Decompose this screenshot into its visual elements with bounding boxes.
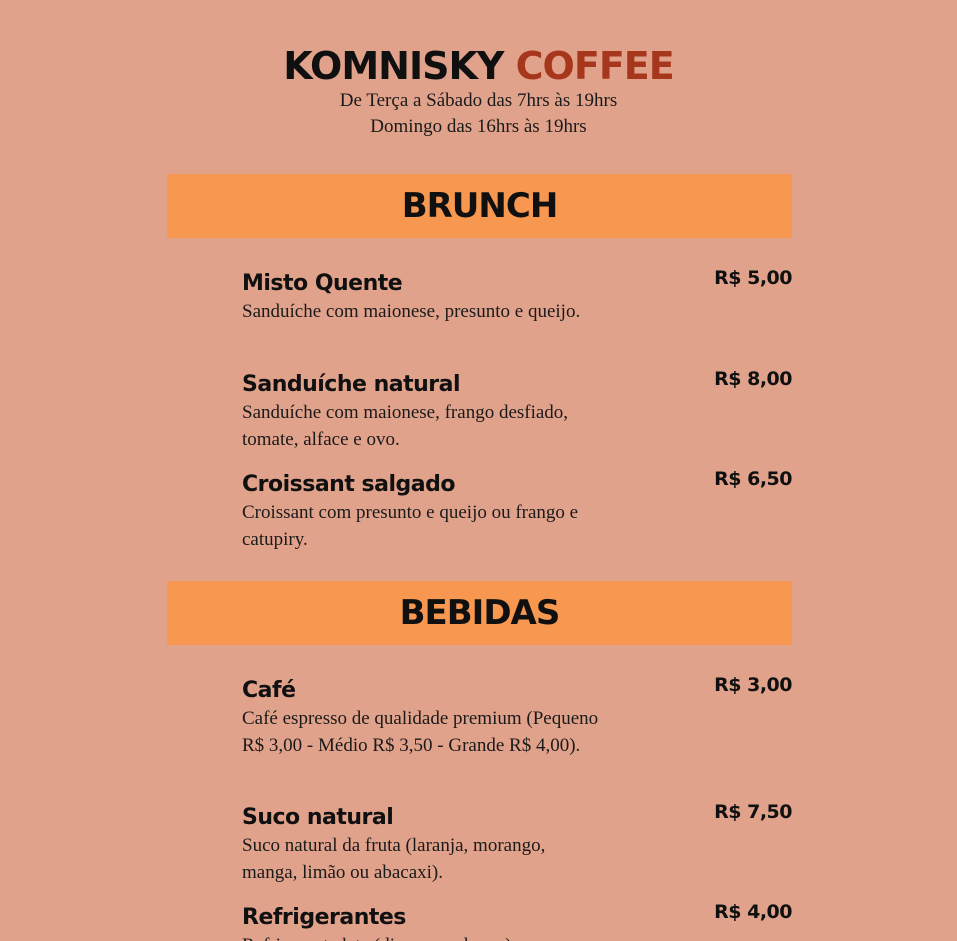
item-price: R$ 3,00 bbox=[714, 674, 792, 696]
menu-header: KOMNISKY COFFEE De Terça a Sábado das 7h… bbox=[0, 0, 957, 140]
item-price: R$ 4,00 bbox=[714, 901, 792, 923]
section-title: BRUNCH bbox=[401, 186, 559, 226]
item-description: Refrigerante lata (diversos sabores). bbox=[242, 932, 602, 941]
section-brunch-header: BRUNCH bbox=[167, 174, 792, 238]
opening-hours: De Terça a Sábado das 7hrs às 19hrs Domi… bbox=[0, 88, 957, 140]
section-bebidas-header: BEBIDAS bbox=[167, 581, 792, 645]
section-title: BEBIDAS bbox=[399, 593, 561, 633]
hours-sunday: Domingo das 16hrs às 19hrs bbox=[370, 116, 587, 137]
brand-coffee: COFFEE bbox=[515, 44, 675, 88]
brand-name: KOMNISKY bbox=[283, 44, 504, 88]
menu-item: Sanduíche natural R$ 8,00 Sanduíche com … bbox=[242, 368, 792, 453]
item-description: Suco natural da fruta (laranja, morango,… bbox=[242, 835, 546, 883]
menu-item: Refrigerantes R$ 4,00 Refrigerante lata … bbox=[242, 901, 792, 941]
item-name: Sanduíche natural bbox=[242, 372, 461, 397]
item-description: Sanduíche com maionese, frango desfiado,… bbox=[242, 402, 569, 450]
item-name: Refrigerantes bbox=[242, 905, 406, 930]
item-name: Suco natural bbox=[242, 805, 394, 830]
menu-item: Croissant salgado R$ 6,50 Croissant com … bbox=[242, 468, 792, 553]
item-price: R$ 6,50 bbox=[714, 468, 792, 490]
item-description: Café espresso de qualidade premium (Pequ… bbox=[242, 708, 599, 756]
hours-weekdays: De Terça a Sábado das 7hrs às 19hrs bbox=[339, 90, 618, 111]
item-description: Croissant com presunto e queijo ou frang… bbox=[242, 502, 579, 550]
item-name: Café bbox=[242, 678, 296, 703]
item-description: Sanduíche com maionese, presunto e queij… bbox=[242, 301, 581, 322]
item-name: Croissant salgado bbox=[242, 472, 455, 497]
item-price: R$ 8,00 bbox=[714, 368, 792, 390]
brand-title: KOMNISKY COFFEE bbox=[0, 44, 957, 88]
item-name: Misto Quente bbox=[242, 271, 403, 296]
item-price: R$ 7,50 bbox=[714, 801, 792, 823]
menu-item: Misto Quente R$ 5,00 Sanduíche com maion… bbox=[242, 267, 792, 325]
menu-item: Suco natural R$ 7,50 Suco natural da fru… bbox=[242, 801, 792, 886]
menu-item: Café R$ 3,00 Café espresso de qualidade … bbox=[242, 674, 792, 759]
menu-page: KOMNISKY COFFEE De Terça a Sábado das 7h… bbox=[0, 0, 957, 941]
item-price: R$ 5,00 bbox=[714, 267, 792, 289]
